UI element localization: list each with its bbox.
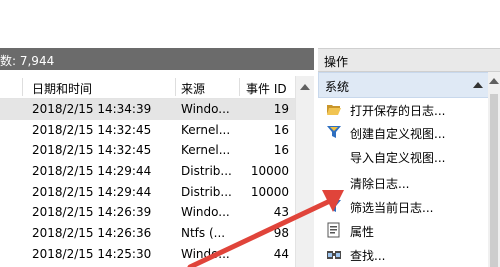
- cell-date: 2018/2/15 14:26:39: [32, 205, 152, 220]
- cell-source: Distrib...: [181, 164, 232, 179]
- table-row[interactable]: 2018/2/15 14:32:45 Kernel... 16: [0, 140, 295, 161]
- action-filter-current-log[interactable]: 筛选当前日志...: [318, 195, 488, 217]
- action-clear-log[interactable]: 清除日志...: [318, 171, 488, 193]
- filter-icon: [327, 200, 341, 212]
- cell-date: 2018/2/15 14:25:30: [32, 246, 152, 261]
- action-import-custom-view[interactable]: 导入自定义视图...: [318, 145, 488, 167]
- event-log-pane: 数: 7,944 日期和时间 来源 事件 ID 2018/2/15 14:34:…: [0, 0, 315, 267]
- table-row[interactable]: 2018/2/15 14:34:39 Windo... 19: [0, 99, 295, 120]
- column-separator[interactable]: [22, 78, 23, 96]
- action-create-custom-view[interactable]: 创建自定义视图...: [318, 121, 488, 143]
- cell-event-id: 98: [273, 226, 289, 241]
- find-icon: [327, 251, 341, 259]
- cell-event-id: 43: [273, 205, 289, 220]
- folder-open-icon: [327, 105, 341, 115]
- cell-date: 2018/2/15 14:32:45: [32, 143, 152, 158]
- cell-source: Windo...: [181, 246, 230, 261]
- cell-source: Windo...: [181, 102, 230, 116]
- column-header-date[interactable]: 日期和时间: [32, 80, 92, 97]
- toolbar-area: [0, 0, 314, 44]
- column-header-event-id[interactable]: 事件 ID: [246, 80, 287, 97]
- action-find[interactable]: 查找...: [318, 243, 488, 265]
- collapse-arrow-icon[interactable]: [473, 82, 483, 88]
- cell-date: 2018/2/15 14:34:39: [32, 102, 152, 116]
- actions-pane: 操作 系统 打开保存的日志... 创建自定义视图... 导入自定义视图... 清…: [318, 0, 500, 267]
- column-separator[interactable]: [175, 78, 176, 96]
- action-label: 导入自定义视图...: [350, 151, 446, 165]
- action-label: 属性: [350, 225, 375, 239]
- event-table-body: 2018/2/15 14:34:39 Windo... 19 2018/2/15…: [0, 99, 295, 265]
- cell-source: Kernel...: [181, 143, 231, 158]
- scroll-up-arrow-icon[interactable]: [300, 84, 310, 90]
- table-row[interactable]: 2018/2/15 14:32:45 Kernel... 16: [0, 120, 295, 141]
- cell-source: Kernel...: [181, 122, 231, 137]
- actions-title: 操作: [324, 55, 349, 69]
- filter-icon: [327, 126, 341, 138]
- actions-title-bar: 操作: [318, 48, 500, 72]
- cell-source: Windo...: [181, 205, 230, 220]
- section-header-system[interactable]: 系统: [318, 72, 490, 98]
- event-count-label: 数: 7,944: [0, 54, 55, 68]
- actions-scrollbar[interactable]: [488, 72, 500, 267]
- table-row[interactable]: 2018/2/15 14:29:44 Distrib... 10000: [0, 182, 295, 203]
- cell-event-id: 10000: [250, 164, 289, 179]
- scrollbar-thumb[interactable]: [490, 94, 498, 267]
- cell-date: 2018/2/15 14:29:44: [32, 164, 152, 179]
- cell-event-id: 16: [273, 122, 289, 137]
- cell-event-id: 44: [273, 246, 289, 261]
- action-label: 清除日志...: [350, 177, 410, 191]
- action-label: 查找...: [350, 249, 386, 263]
- cell-event-id: 10000: [250, 184, 289, 199]
- action-properties[interactable]: 属性: [318, 219, 488, 241]
- table-row[interactable]: 2018/2/15 14:25:30 Windo... 44: [0, 244, 295, 265]
- cell-date: 2018/2/15 14:32:45: [32, 122, 152, 137]
- table-row[interactable]: 2018/2/15 14:29:44 Distrib... 10000: [0, 161, 295, 182]
- action-label: 打开保存的日志...: [350, 104, 446, 118]
- event-count-bar: 数: 7,944: [0, 48, 314, 70]
- column-separator[interactable]: [239, 78, 240, 96]
- table-scrollbar[interactable]: [295, 76, 315, 267]
- table-row[interactable]: 2018/2/15 14:26:36 Ntfs (... 98: [0, 223, 295, 244]
- cell-event-id: 19: [273, 102, 289, 116]
- action-label: 创建自定义视图...: [350, 127, 446, 141]
- section-header-label: 系统: [325, 80, 350, 94]
- action-open-saved-log[interactable]: 打开保存的日志...: [318, 98, 488, 120]
- cell-source: Ntfs (...: [181, 226, 226, 241]
- table-row[interactable]: 2018/2/15 14:26:39 Windo... 43: [0, 202, 295, 223]
- table-header: 日期和时间 来源 事件 ID: [0, 76, 314, 99]
- scroll-up-arrow-icon[interactable]: [489, 78, 499, 84]
- column-header-source[interactable]: 来源: [181, 80, 205, 97]
- cell-date: 2018/2/15 14:29:44: [32, 184, 152, 199]
- properties-icon: [327, 222, 340, 238]
- cell-event-id: 16: [273, 143, 289, 158]
- cell-source: Distrib...: [181, 184, 232, 199]
- action-label: 筛选当前日志...: [350, 201, 434, 215]
- cell-date: 2018/2/15 14:26:36: [32, 226, 152, 241]
